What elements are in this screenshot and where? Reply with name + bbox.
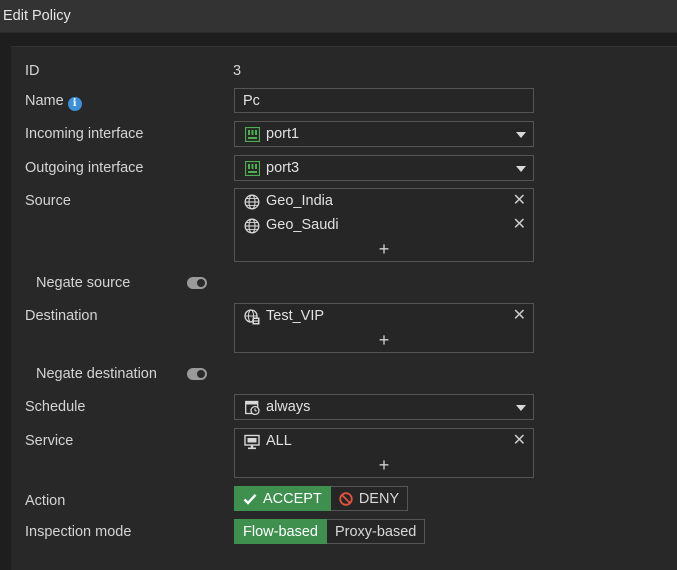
- clock-calendar-icon: [245, 400, 260, 415]
- source-label: Source: [25, 193, 71, 209]
- deny-button[interactable]: DENY: [330, 486, 409, 511]
- source-item[interactable]: Geo_Saudi ✕: [243, 215, 526, 237]
- globe-icon: [244, 194, 260, 210]
- close-icon[interactable]: ✕: [513, 216, 526, 234]
- inspection-mode-label: Inspection mode: [25, 524, 132, 540]
- title-bar: Edit Policy: [0, 0, 677, 33]
- negate-source-toggle[interactable]: [187, 277, 207, 289]
- negate-destination-toggle[interactable]: [187, 368, 207, 380]
- close-icon[interactable]: ✕: [513, 192, 526, 210]
- info-icon[interactable]: i: [67, 97, 82, 111]
- name-label: Name i: [25, 93, 82, 111]
- chevron-down-icon: [516, 166, 526, 172]
- proxy-based-label: Proxy-based: [334, 523, 417, 540]
- window-title: Edit Policy: [3, 8, 71, 24]
- id-value: 3: [233, 63, 242, 79]
- incoming-interface-label: Incoming interface: [25, 126, 144, 142]
- close-icon[interactable]: ✕: [513, 432, 526, 450]
- name-label-text: Name: [25, 93, 64, 109]
- incoming-interface-value: port1: [266, 126, 300, 142]
- schedule-select[interactable]: always: [234, 394, 534, 420]
- name-input[interactable]: [234, 88, 534, 113]
- destination-label: Destination: [25, 308, 98, 324]
- edit-policy-form: ID 3 Namei Incoming interface port1 Outg…: [11, 46, 677, 570]
- schedule-label: Schedule: [25, 399, 86, 415]
- check-icon: [243, 493, 257, 505]
- outgoing-interface-label: Outgoing interface: [25, 160, 144, 176]
- vip-globe-icon: [244, 309, 260, 325]
- service-label: Service: [25, 433, 74, 449]
- destination-item[interactable]: Test_VIP ✕: [243, 306, 526, 328]
- action-label: Action: [25, 493, 66, 509]
- close-icon[interactable]: ✕: [513, 307, 526, 325]
- chevron-down-icon: [516, 132, 526, 138]
- inspection-mode-segmented-control: Flow-based Proxy-based: [234, 519, 426, 544]
- source-item-label: Geo_Saudi: [266, 217, 339, 233]
- add-service-button[interactable]: +: [235, 456, 533, 474]
- action-segmented-control: ACCEPT DENY: [234, 486, 409, 511]
- service-item[interactable]: ALL ✕: [243, 431, 526, 453]
- negate-destination-label: Negate destination: [36, 366, 157, 382]
- service-monitor-icon: [244, 434, 260, 450]
- deny-icon: [339, 491, 353, 506]
- negate-source-label: Negate source: [36, 275, 131, 291]
- destination-item-label: Test_VIP: [266, 308, 325, 324]
- chevron-down-icon: [516, 405, 526, 411]
- flow-based-button[interactable]: Flow-based: [234, 519, 327, 544]
- outgoing-interface-value: port3: [266, 160, 300, 176]
- schedule-value: always: [266, 399, 311, 415]
- add-destination-button[interactable]: +: [235, 331, 533, 349]
- port-icon: [245, 161, 260, 176]
- accept-button[interactable]: ACCEPT: [234, 486, 331, 511]
- proxy-based-button[interactable]: Proxy-based: [326, 519, 426, 544]
- globe-icon: [244, 218, 260, 234]
- id-label: ID: [25, 63, 40, 79]
- service-multiselect[interactable]: ALL ✕ +: [234, 428, 534, 478]
- port-icon: [245, 127, 260, 142]
- flow-based-label: Flow-based: [243, 523, 318, 540]
- service-item-label: ALL: [266, 433, 292, 449]
- accept-label: ACCEPT: [263, 490, 322, 507]
- source-item[interactable]: Geo_India ✕: [243, 191, 526, 213]
- destination-multiselect[interactable]: Test_VIP ✕ +: [234, 303, 534, 353]
- deny-label: DENY: [358, 490, 400, 507]
- source-item-label: Geo_India: [266, 193, 333, 209]
- incoming-interface-select[interactable]: port1: [234, 121, 534, 147]
- source-multiselect[interactable]: Geo_India ✕ Geo_Saudi ✕ +: [234, 188, 534, 262]
- add-source-button[interactable]: +: [235, 240, 533, 258]
- outgoing-interface-select[interactable]: port3: [234, 155, 534, 181]
